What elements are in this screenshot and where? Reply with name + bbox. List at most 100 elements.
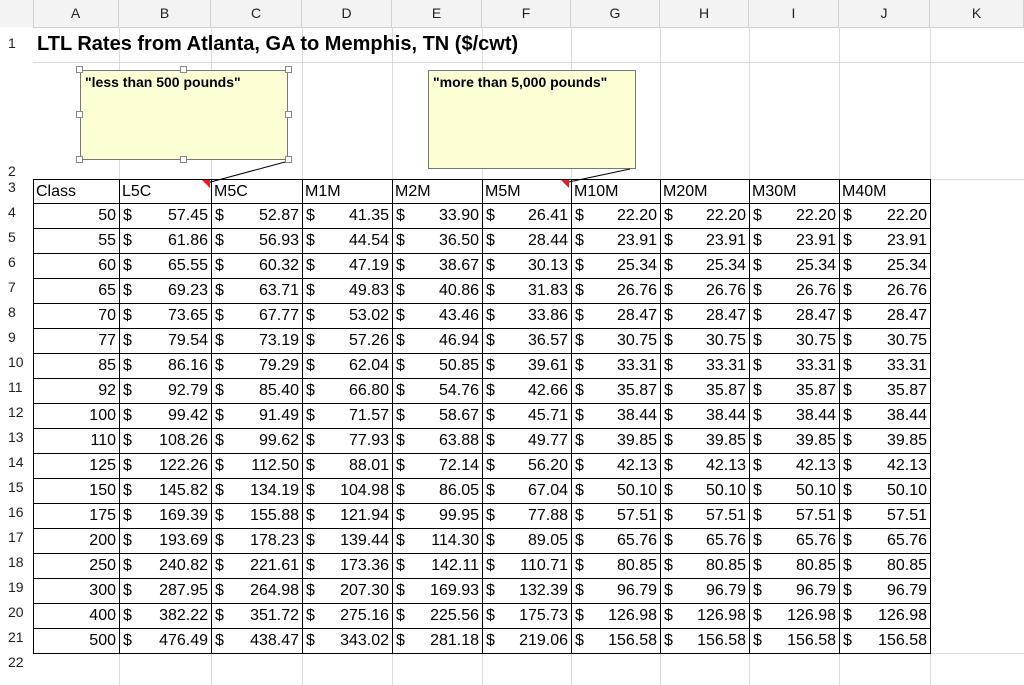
rate-cell[interactable]: $57.51: [660, 503, 750, 529]
class-cell[interactable]: 500: [33, 628, 120, 654]
rate-cell[interactable]: $25.34: [660, 253, 750, 279]
rate-cell[interactable]: $58.67: [392, 403, 483, 429]
rate-cell[interactable]: $47.19: [302, 253, 393, 279]
rate-cell[interactable]: $99.95: [392, 503, 483, 529]
rate-cell[interactable]: $73.19: [211, 328, 303, 354]
rate-cell[interactable]: $351.72: [211, 603, 303, 629]
rate-cell[interactable]: $35.87: [749, 378, 840, 404]
rate-cell[interactable]: $61.86: [119, 228, 212, 254]
header-cell-m10m[interactable]: M10M: [571, 179, 661, 204]
rate-cell[interactable]: $57.51: [749, 503, 840, 529]
rate-cell[interactable]: $33.86: [482, 303, 572, 329]
rate-cell[interactable]: $57.51: [839, 503, 931, 529]
rate-cell[interactable]: $49.83: [302, 278, 393, 304]
rate-cell[interactable]: $92.79: [119, 378, 212, 404]
rate-cell[interactable]: $88.01: [302, 453, 393, 479]
class-cell[interactable]: 200: [33, 528, 120, 554]
rate-cell[interactable]: $22.20: [660, 203, 750, 229]
rate-cell[interactable]: $126.98: [749, 603, 840, 629]
rate-cell[interactable]: $26.76: [660, 278, 750, 304]
rate-cell[interactable]: $50.10: [749, 478, 840, 504]
rate-cell[interactable]: $67.04: [482, 478, 572, 504]
rate-cell[interactable]: $30.75: [660, 328, 750, 354]
rate-cell[interactable]: $57.51: [571, 503, 661, 529]
rate-cell[interactable]: $126.98: [660, 603, 750, 629]
rate-cell[interactable]: $38.44: [839, 403, 931, 429]
rate-cell[interactable]: $178.23: [211, 528, 303, 554]
rate-cell[interactable]: $79.54: [119, 328, 212, 354]
class-cell[interactable]: 300: [33, 578, 120, 604]
rate-cell[interactable]: $42.13: [839, 453, 931, 479]
rate-cell[interactable]: $30.75: [571, 328, 661, 354]
rate-cell[interactable]: $96.79: [749, 578, 840, 604]
class-cell[interactable]: 77: [33, 328, 120, 354]
rate-cell[interactable]: $65.76: [571, 528, 661, 554]
rate-cell[interactable]: $28.47: [839, 303, 931, 329]
rate-cell[interactable]: $39.61: [482, 353, 572, 379]
rate-cell[interactable]: $42.66: [482, 378, 572, 404]
rate-cell[interactable]: $56.20: [482, 453, 572, 479]
rate-cell[interactable]: $80.85: [839, 553, 931, 579]
rate-cell[interactable]: $35.87: [839, 378, 931, 404]
rate-cell[interactable]: $30.75: [839, 328, 931, 354]
rate-cell[interactable]: $25.34: [749, 253, 840, 279]
rate-cell[interactable]: $23.91: [749, 228, 840, 254]
rate-cell[interactable]: $38.44: [749, 403, 840, 429]
rate-cell[interactable]: $221.61: [211, 553, 303, 579]
rate-cell[interactable]: $22.20: [571, 203, 661, 229]
header-cell-m5c[interactable]: M5C: [211, 179, 303, 204]
rate-cell[interactable]: $40.86: [392, 278, 483, 304]
rate-cell[interactable]: $63.71: [211, 278, 303, 304]
rate-cell[interactable]: $99.42: [119, 403, 212, 429]
rate-cell[interactable]: $77.88: [482, 503, 572, 529]
rate-cell[interactable]: $33.90: [392, 203, 483, 229]
rate-cell[interactable]: $46.94: [392, 328, 483, 354]
class-cell[interactable]: 125: [33, 453, 120, 479]
rate-cell[interactable]: $80.85: [749, 553, 840, 579]
header-cell-m20m[interactable]: M20M: [660, 179, 750, 204]
class-cell[interactable]: 65: [33, 278, 120, 304]
rate-cell[interactable]: $28.47: [571, 303, 661, 329]
rate-cell[interactable]: $30.13: [482, 253, 572, 279]
rate-cell[interactable]: $36.50: [392, 228, 483, 254]
class-cell[interactable]: 175: [33, 503, 120, 529]
rate-cell[interactable]: $121.94: [302, 503, 393, 529]
rate-cell[interactable]: $86.05: [392, 478, 483, 504]
rate-cell[interactable]: $96.79: [839, 578, 931, 604]
rate-cell[interactable]: $173.36: [302, 553, 393, 579]
rate-cell[interactable]: $73.65: [119, 303, 212, 329]
rate-cell[interactable]: $139.44: [302, 528, 393, 554]
class-cell[interactable]: 92: [33, 378, 120, 404]
rate-cell[interactable]: $108.26: [119, 428, 212, 454]
rate-cell[interactable]: $62.04: [302, 353, 393, 379]
rate-cell[interactable]: $281.18: [392, 628, 483, 654]
rate-cell[interactable]: $114.30: [392, 528, 483, 554]
rate-cell[interactable]: $110.71: [482, 553, 572, 579]
rate-cell[interactable]: $49.77: [482, 428, 572, 454]
rate-cell[interactable]: $169.93: [392, 578, 483, 604]
rate-cell[interactable]: $39.85: [660, 428, 750, 454]
header-cell-m2m[interactable]: M2M: [392, 179, 483, 204]
rate-cell[interactable]: $80.85: [571, 553, 661, 579]
class-cell[interactable]: 60: [33, 253, 120, 279]
header-cell-m5m[interactable]: M5M: [482, 179, 572, 204]
rate-cell[interactable]: $23.91: [571, 228, 661, 254]
rate-cell[interactable]: $126.98: [839, 603, 931, 629]
rate-cell[interactable]: $28.47: [660, 303, 750, 329]
rate-cell[interactable]: $42.13: [660, 453, 750, 479]
class-cell[interactable]: 50: [33, 203, 120, 229]
rate-cell[interactable]: $65.55: [119, 253, 212, 279]
rate-cell[interactable]: $54.76: [392, 378, 483, 404]
rate-cell[interactable]: $56.93: [211, 228, 303, 254]
rate-cell[interactable]: $145.82: [119, 478, 212, 504]
rate-cell[interactable]: $65.76: [749, 528, 840, 554]
rate-cell[interactable]: $96.79: [571, 578, 661, 604]
header-cell-class[interactable]: Class: [33, 179, 120, 204]
rate-cell[interactable]: $69.23: [119, 278, 212, 304]
rate-cell[interactable]: $38.44: [660, 403, 750, 429]
rate-cell[interactable]: $39.85: [749, 428, 840, 454]
rate-cell[interactable]: $80.85: [660, 553, 750, 579]
rate-cell[interactable]: $26.41: [482, 203, 572, 229]
rate-cell[interactable]: $28.44: [482, 228, 572, 254]
rate-cell[interactable]: $65.76: [660, 528, 750, 554]
